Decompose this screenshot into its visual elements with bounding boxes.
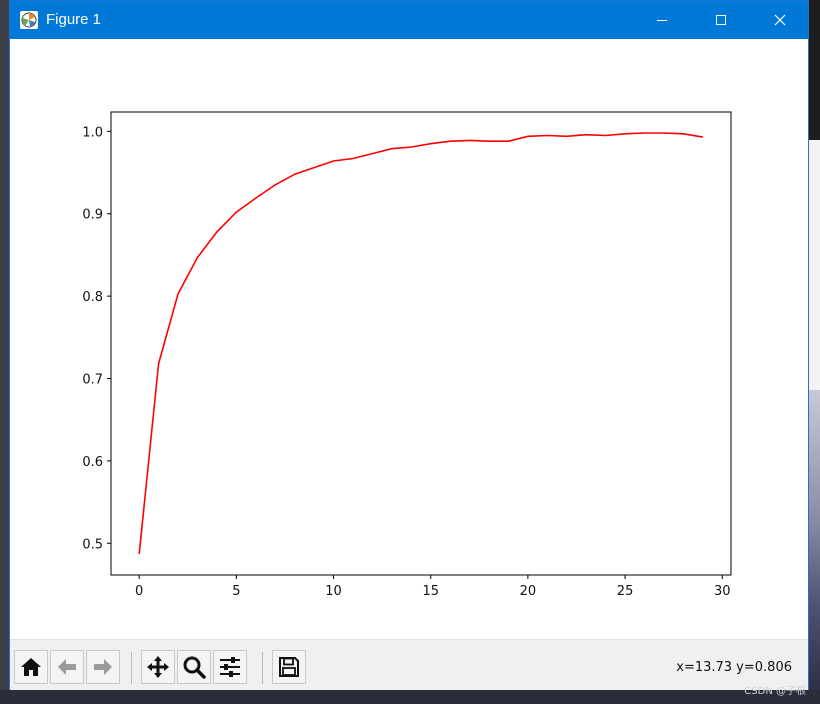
y-tick-label: 0.9: [82, 208, 103, 223]
y-tick-label: 0.5: [82, 537, 103, 552]
toolbar-separator: [131, 652, 132, 684]
navigation-toolbar: x=13.73 y=0.806: [10, 639, 808, 690]
pan-button[interactable]: [141, 650, 175, 684]
y-tick-label: 1.0: [82, 125, 103, 140]
background-image: [809, 390, 820, 704]
y-tick-label: 0.8: [82, 290, 103, 305]
zoom-icon: [183, 656, 206, 679]
x-tick-label: 30: [714, 584, 731, 599]
maximize-button[interactable]: [693, 1, 749, 39]
close-icon: [774, 14, 786, 26]
x-tick-label: 20: [520, 584, 537, 599]
maximize-icon: [716, 15, 726, 25]
background-panel: [809, 140, 820, 390]
pan-icon: [147, 656, 169, 678]
plot-canvas[interactable]: 0 5 10 15 20 25 30 0.5 0.6 0.7 0.8 0.9 1.0: [10, 39, 808, 639]
home-button[interactable]: [14, 650, 48, 684]
line-chart: 0 5 10 15 20 25 30 0.5 0.6 0.7 0.8 0.9 1.0: [82, 111, 732, 599]
configure-subplots-icon: [220, 657, 240, 677]
save-icon: [279, 657, 299, 677]
background-terminal: [809, 0, 820, 140]
zoom-button[interactable]: [177, 650, 211, 684]
x-tick-label: 0: [135, 584, 143, 599]
toolbar-separator: [262, 652, 263, 684]
watermark-text: CSDN @子根: [744, 686, 806, 697]
title-bar[interactable]: Figure 1: [10, 1, 808, 39]
forward-arrow-icon: [94, 659, 112, 675]
home-icon: [21, 658, 41, 676]
x-axis: 0 5 10 15 20 25 30: [135, 575, 731, 599]
x-tick-label: 25: [617, 584, 634, 599]
y-tick-label: 0.7: [82, 373, 103, 388]
minimize-button[interactable]: [634, 1, 690, 39]
save-button[interactable]: [272, 650, 306, 684]
background-strip: [0, 690, 820, 704]
matplotlib-icon: [20, 11, 38, 29]
back-arrow-icon: [58, 659, 76, 675]
x-tick-label: 5: [232, 584, 240, 599]
y-axis: 0.5 0.6 0.7 0.8 0.9 1.0: [82, 125, 111, 552]
axes-frame: [110, 111, 732, 576]
minimize-icon: [657, 20, 667, 21]
forward-button[interactable]: [86, 650, 120, 684]
x-tick-label: 15: [422, 584, 439, 599]
back-button[interactable]: [50, 650, 84, 684]
close-button[interactable]: [752, 1, 808, 39]
y-tick-label: 0.6: [82, 455, 103, 470]
figure-window: Figure 1 0 5 10 15 20 25 30 0.5 0.6 0.7 0.8 0.9 1.0: [9, 0, 809, 690]
configure-subplots-button[interactable]: [213, 650, 247, 684]
cursor-coordinates: x=13.73 y=0.806: [676, 660, 792, 675]
x-tick-label: 10: [325, 584, 342, 599]
window-title: Figure 1: [46, 11, 102, 28]
